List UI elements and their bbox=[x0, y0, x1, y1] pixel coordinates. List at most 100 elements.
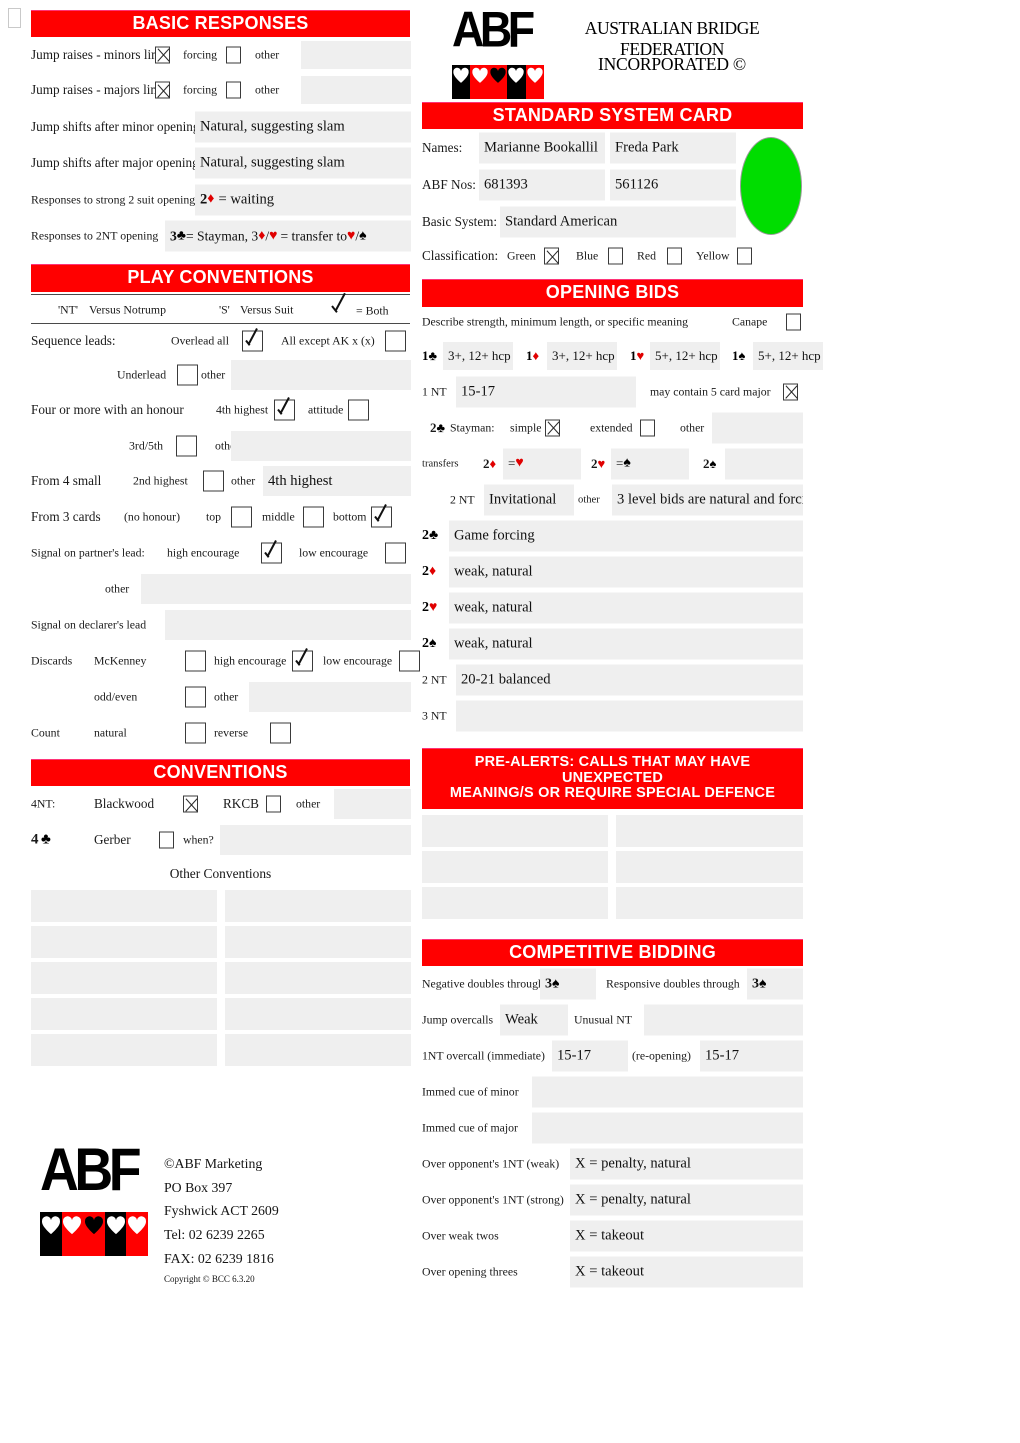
two-hearts-field[interactable]: weak, natural bbox=[449, 592, 803, 624]
signal-partner-high-checkbox[interactable] bbox=[261, 542, 282, 564]
strong-2-suit-field[interactable]: 2 ♦ = waiting bbox=[195, 184, 411, 216]
from-4-small-other-field[interactable]: 4th highest bbox=[263, 466, 411, 497]
pre-alert-cell[interactable] bbox=[422, 886, 608, 919]
four-highest-checkbox[interactable] bbox=[274, 399, 295, 421]
abf-no-2-field[interactable]: 561126 bbox=[610, 169, 736, 201]
jump-shifts-major-field[interactable]: Natural, suggesting slam bbox=[195, 147, 411, 179]
pre-alert-cell[interactable] bbox=[422, 814, 608, 847]
one-heart-field[interactable]: 5+, 12+ hcp bbox=[650, 341, 720, 370]
abf-no-1-field[interactable]: 681393 bbox=[479, 169, 605, 201]
name-1-field[interactable]: Marianne Bookallil bbox=[479, 132, 605, 164]
canape-checkbox[interactable] bbox=[786, 313, 801, 331]
all-except-checkbox[interactable] bbox=[385, 330, 406, 352]
jump-raises-majors-other-field[interactable] bbox=[301, 76, 411, 105]
all-except-label: All except AK x (x) bbox=[281, 333, 375, 348]
transfer-2-field[interactable]: = ♠ bbox=[611, 448, 689, 480]
over-1nt-weak-field[interactable]: X = penalty, natural bbox=[570, 1148, 803, 1180]
two-nt-field[interactable]: 20-21 balanced bbox=[456, 664, 803, 696]
immed-cue-minor-field[interactable] bbox=[532, 1076, 803, 1108]
discards-low-checkbox[interactable] bbox=[399, 650, 420, 672]
two-diamonds-field[interactable]: weak, natural bbox=[449, 556, 803, 588]
classification-yellow-checkbox[interactable] bbox=[737, 247, 752, 265]
when-field[interactable] bbox=[220, 825, 411, 856]
middle-checkbox[interactable] bbox=[303, 506, 324, 528]
jump-raises-majors-forcing-checkbox[interactable] bbox=[226, 81, 241, 99]
other-conventions-cell[interactable] bbox=[31, 1034, 217, 1067]
other-conventions-cell[interactable] bbox=[225, 1034, 411, 1067]
top-checkbox[interactable] bbox=[231, 506, 252, 528]
over-opening-threes-field[interactable]: X = takeout bbox=[570, 1256, 803, 1288]
other-conventions-cell[interactable] bbox=[31, 890, 217, 923]
third-fifth-checkbox[interactable] bbox=[176, 435, 197, 457]
nt-overcall-reopening-field[interactable]: 15-17 bbox=[700, 1040, 803, 1072]
third-fifth-other-field[interactable] bbox=[231, 430, 411, 461]
jump-raises-minors-forcing-checkbox[interactable] bbox=[226, 46, 241, 64]
odd-even-other-field[interactable] bbox=[249, 681, 411, 712]
pre-alert-cell[interactable] bbox=[616, 814, 803, 847]
jump-raises-minors-other-field[interactable] bbox=[301, 40, 411, 69]
immed-cue-major-field[interactable] bbox=[532, 1112, 803, 1144]
two-spades-field[interactable]: weak, natural bbox=[449, 628, 803, 660]
basic-system-field[interactable]: Standard American bbox=[500, 206, 736, 238]
underlead-checkbox[interactable] bbox=[177, 364, 198, 386]
overlead-all-checkbox[interactable] bbox=[242, 330, 263, 352]
conventions-other-field[interactable] bbox=[334, 789, 411, 820]
classification-green-checkbox[interactable] bbox=[544, 247, 559, 265]
two-nt-resp-other-label: other bbox=[578, 494, 600, 506]
bottom-checkbox[interactable] bbox=[371, 506, 392, 528]
over-weak-twos-field[interactable]: X = takeout bbox=[570, 1220, 803, 1252]
two-nt-resp-other-field[interactable]: 3 level bids are natural and forcing bbox=[612, 484, 803, 516]
other-conventions-cell[interactable] bbox=[31, 998, 217, 1031]
classification-blue-checkbox[interactable] bbox=[608, 247, 623, 265]
two-nt-resp-field[interactable]: Invitational bbox=[484, 484, 574, 516]
signal-partner-other-field[interactable] bbox=[141, 573, 411, 604]
two-clubs-field[interactable]: Game forcing bbox=[449, 520, 803, 552]
jump-shifts-minor-field[interactable]: Natural, suggesting slam bbox=[195, 111, 411, 143]
mckenney-checkbox[interactable] bbox=[185, 650, 206, 672]
signal-declarer-field[interactable] bbox=[165, 609, 411, 640]
one-diamond-field[interactable]: 3+, 12+ hcp bbox=[547, 341, 617, 370]
classification-red-checkbox[interactable] bbox=[667, 247, 682, 265]
stayman-other-field[interactable] bbox=[712, 412, 803, 444]
responses-2nt-field[interactable]: 3 ♣ = Stayman, 3 ♦ / ♥ = transfer to ♥ / ♠ bbox=[165, 220, 411, 252]
odd-even-checkbox[interactable] bbox=[185, 686, 206, 708]
one-nt-field[interactable]: 15-17 bbox=[456, 376, 636, 408]
other-conventions-cell[interactable] bbox=[225, 926, 411, 959]
count-natural-checkbox[interactable] bbox=[185, 722, 206, 744]
gerber-checkbox[interactable] bbox=[159, 831, 174, 849]
pre-alert-cell[interactable] bbox=[616, 886, 803, 919]
negative-doubles-field[interactable]: 3 ♠ bbox=[540, 968, 596, 1000]
other-conventions-cell[interactable] bbox=[225, 962, 411, 995]
one-club-field[interactable]: 3+, 12+ hcp bbox=[443, 341, 513, 370]
underlead-other-field[interactable] bbox=[231, 360, 411, 391]
blackwood-checkbox[interactable] bbox=[183, 795, 198, 813]
stayman-extended-checkbox[interactable] bbox=[640, 419, 655, 437]
second-highest-checkbox[interactable] bbox=[203, 470, 224, 492]
name-2-field[interactable]: Freda Park bbox=[610, 132, 736, 164]
responsive-doubles-field[interactable]: 3 ♠ bbox=[747, 968, 803, 1000]
jump-overcalls-field[interactable]: Weak bbox=[500, 1004, 568, 1036]
discards-high-checkbox[interactable] bbox=[292, 650, 313, 672]
other-conventions-cell[interactable] bbox=[31, 962, 217, 995]
other-conventions-cell[interactable] bbox=[31, 926, 217, 959]
jump-raises-majors-limit-checkbox[interactable] bbox=[155, 81, 170, 99]
three-nt-field[interactable] bbox=[456, 700, 803, 732]
other-conventions-cell[interactable] bbox=[225, 998, 411, 1031]
attitude-checkbox[interactable] bbox=[348, 399, 369, 421]
stray-checkbox-top-left[interactable] bbox=[8, 8, 21, 28]
jump-raises-minors-limit-checkbox[interactable] bbox=[155, 46, 170, 64]
signal-partner-low-checkbox[interactable] bbox=[385, 542, 406, 564]
nt-overcall-field[interactable]: 15-17 bbox=[552, 1040, 628, 1072]
transfer-1-field[interactable]: = ♥ bbox=[503, 448, 581, 480]
rkcb-checkbox[interactable] bbox=[266, 795, 281, 813]
may-contain-5-card-major-checkbox[interactable] bbox=[783, 383, 798, 401]
transfer-3-field[interactable] bbox=[725, 448, 803, 480]
unusual-nt-field[interactable] bbox=[644, 1004, 803, 1036]
other-conventions-cell[interactable] bbox=[225, 890, 411, 923]
stayman-simple-checkbox[interactable] bbox=[545, 419, 560, 437]
one-spade-field[interactable]: 5+, 12+ hcp bbox=[753, 341, 823, 370]
count-reverse-checkbox[interactable] bbox=[270, 722, 291, 744]
pre-alert-cell[interactable] bbox=[422, 850, 608, 883]
over-1nt-strong-field[interactable]: X = penalty, natural bbox=[570, 1184, 803, 1216]
pre-alert-cell[interactable] bbox=[616, 850, 803, 883]
